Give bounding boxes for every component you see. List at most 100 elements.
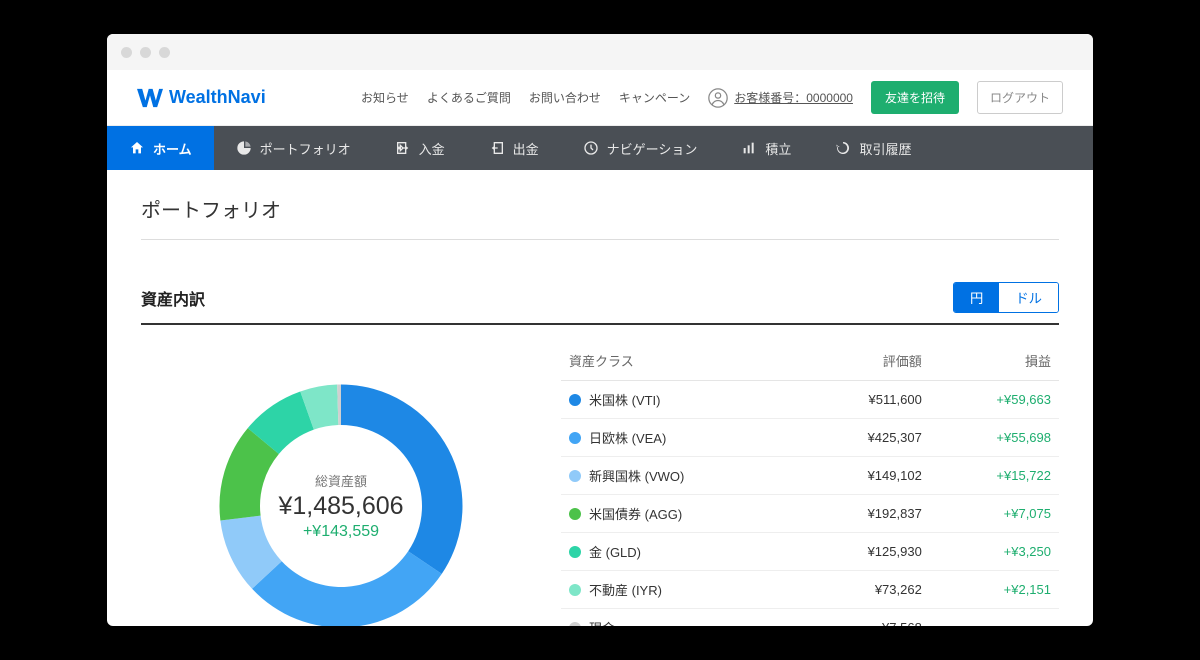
- table-row: 新興国株 (VWO)¥149,102+¥15,722: [561, 457, 1059, 495]
- nav-home-label: ホーム: [153, 139, 192, 158]
- color-swatch: [569, 394, 581, 406]
- table-row: 日欧株 (VEA) ¥425,307+¥55,698: [561, 419, 1059, 457]
- link-faq[interactable]: よくあるご質問: [427, 89, 511, 106]
- deposit-icon: [395, 140, 411, 156]
- asset-cell: 日欧株 (VEA): [569, 428, 793, 447]
- asset-name: 金 (GLD): [589, 542, 641, 561]
- table-row: 米国債券 (AGG) ¥192,837+¥7,075: [561, 495, 1059, 533]
- table-row: 金 (GLD) ¥125,930+¥3,250: [561, 533, 1059, 571]
- nav-withdraw[interactable]: 出金: [467, 126, 561, 170]
- donut-chart: 総資産額 ¥1,485,606 +¥143,559: [141, 341, 541, 626]
- total-label: 総資産額: [278, 471, 403, 490]
- asset-cell: 米国株 (VTI): [569, 390, 793, 409]
- nav-navigation[interactable]: ナビゲーション: [561, 126, 720, 170]
- traffic-light-max[interactable]: [159, 47, 170, 58]
- brand-logo[interactable]: WealthNavi: [137, 87, 266, 108]
- link-notice[interactable]: お知らせ: [361, 89, 409, 106]
- page-title: ポートフォリオ: [141, 194, 1059, 240]
- asset-pl: +¥7,075: [930, 495, 1059, 533]
- customer-number[interactable]: お客様番号：0000000: [708, 88, 853, 108]
- nav-history[interactable]: 取引履歴: [813, 126, 933, 170]
- asset-valuation: ¥511,600: [801, 381, 930, 419]
- color-swatch: [569, 432, 581, 444]
- asset-cell: 現金: [569, 618, 793, 626]
- content: ポートフォリオ 資産内訳 円 ドル 総資産額 ¥1,485,606 +¥143,…: [107, 170, 1093, 626]
- header-links: お知らせ よくあるご質問 お問い合わせ キャンペーン お客様番号：0000000…: [361, 81, 1063, 114]
- donut-slice: [252, 551, 442, 626]
- currency-toggle: 円 ドル: [953, 282, 1059, 313]
- th-valuation: 評価額: [801, 341, 930, 381]
- table-row: 現金 ¥7,568-: [561, 609, 1059, 627]
- customer-number-text: お客様番号：0000000: [734, 89, 853, 106]
- color-swatch: [569, 508, 581, 520]
- asset-table-wrap: 資産クラス 評価額 損益 米国株 (VTI)¥511,600+¥59,663日欧…: [561, 341, 1059, 626]
- color-swatch: [569, 584, 581, 596]
- asset-valuation: ¥73,262: [801, 571, 930, 609]
- asset-valuation: ¥192,837: [801, 495, 930, 533]
- link-campaign[interactable]: キャンペーン: [619, 89, 690, 106]
- section-header: 資産内訳 円 ドル: [141, 282, 1059, 325]
- history-icon: [835, 140, 851, 156]
- section-title: 資産内訳: [141, 286, 205, 310]
- asset-cell: 不動産 (IYR): [569, 580, 793, 599]
- logo-icon: [137, 88, 163, 108]
- color-swatch: [569, 546, 581, 558]
- logout-button[interactable]: ログアウト: [977, 81, 1063, 114]
- asset-valuation: ¥7,568: [801, 609, 930, 627]
- asset-valuation: ¥125,930: [801, 533, 930, 571]
- nav-deposit-label: 入金: [419, 139, 445, 158]
- traffic-light-close[interactable]: [121, 47, 132, 58]
- asset-cell: 金 (GLD): [569, 542, 793, 561]
- compass-icon: [583, 140, 599, 156]
- portfolio-body: 総資産額 ¥1,485,606 +¥143,559 資産クラス 評価額 損益 米…: [141, 341, 1059, 626]
- header: WealthNavi お知らせ よくあるご質問 お問い合わせ キャンペーン お客…: [107, 70, 1093, 126]
- th-asset-class: 資産クラス: [561, 341, 801, 381]
- user-icon: [708, 88, 728, 108]
- table-row: 米国株 (VTI) ¥511,600+¥59,663: [561, 381, 1059, 419]
- total-value: ¥1,485,606: [278, 492, 403, 521]
- th-pl: 損益: [930, 341, 1059, 381]
- link-contact[interactable]: お問い合わせ: [529, 89, 601, 106]
- nav-installment-label: 積立: [765, 139, 791, 158]
- nav-withdraw-label: 出金: [513, 139, 539, 158]
- donut-center: 総資産額 ¥1,485,606 +¥143,559: [278, 471, 403, 541]
- color-swatch: [569, 470, 581, 482]
- titlebar: [107, 34, 1093, 70]
- table-row: 不動産 (IYR) ¥73,262+¥2,151: [561, 571, 1059, 609]
- total-change: +¥143,559: [278, 523, 403, 541]
- nav-portfolio[interactable]: ポートフォリオ: [214, 126, 373, 170]
- asset-name: 米国株 (VTI): [589, 390, 661, 409]
- main-nav: ホーム ポートフォリオ 入金 出金 ナビゲーション 積立 取引履歴: [107, 126, 1093, 170]
- nav-installment[interactable]: 積立: [719, 126, 813, 170]
- asset-name: 日欧株 (VEA): [589, 428, 666, 447]
- home-icon: [129, 140, 145, 156]
- invite-button[interactable]: 友達を招待: [871, 81, 959, 114]
- toggle-dollar[interactable]: ドル: [999, 283, 1058, 312]
- pie-icon: [236, 140, 252, 156]
- asset-cell: 米国債券 (AGG): [569, 504, 793, 523]
- app-window: WealthNavi お知らせ よくあるご質問 お問い合わせ キャンペーン お客…: [107, 34, 1093, 626]
- asset-name: 米国債券 (AGG): [589, 504, 682, 523]
- nav-deposit[interactable]: 入金: [373, 126, 467, 170]
- asset-pl: +¥2,151: [930, 571, 1059, 609]
- traffic-light-min[interactable]: [140, 47, 151, 58]
- asset-name: 新興国株 (VWO): [589, 466, 684, 485]
- asset-name: 不動産 (IYR): [589, 580, 662, 599]
- nav-home[interactable]: ホーム: [107, 126, 214, 170]
- asset-cell: 新興国株 (VWO): [569, 466, 793, 485]
- nav-portfolio-label: ポートフォリオ: [260, 139, 351, 158]
- asset-valuation: ¥425,307: [801, 419, 930, 457]
- nav-history-label: 取引履歴: [859, 139, 911, 158]
- nav-navigation-label: ナビゲーション: [607, 139, 698, 158]
- withdraw-icon: [489, 140, 505, 156]
- toggle-yen[interactable]: 円: [954, 283, 999, 312]
- color-swatch: [569, 622, 581, 627]
- bars-icon: [741, 140, 757, 156]
- asset-pl: +¥3,250: [930, 533, 1059, 571]
- brand-name: WealthNavi: [169, 87, 266, 108]
- asset-valuation: ¥149,102: [801, 457, 930, 495]
- asset-pl: +¥59,663: [930, 381, 1059, 419]
- asset-pl: +¥55,698: [930, 419, 1059, 457]
- asset-table: 資産クラス 評価額 損益 米国株 (VTI)¥511,600+¥59,663日欧…: [561, 341, 1059, 626]
- asset-pl: -: [930, 609, 1059, 627]
